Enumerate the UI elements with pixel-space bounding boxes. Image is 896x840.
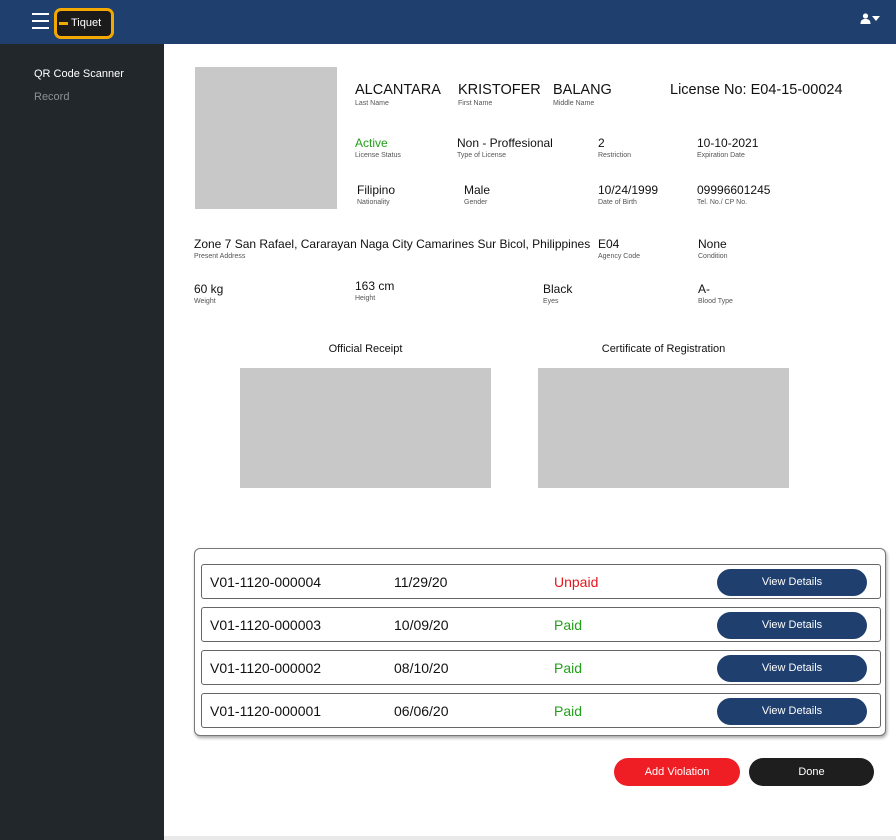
middle-name-value: BALANG xyxy=(553,82,612,98)
last-name-field: ALCANTARA Last Name xyxy=(355,82,441,107)
tel-label: Tel. No./ CP No. xyxy=(697,199,748,206)
agency-code-label: Agency Code xyxy=(598,253,641,260)
violation-id: V01-1120-000004 xyxy=(210,574,322,590)
hamburger-icon[interactable] xyxy=(32,13,49,29)
tel-value: 09996601245 xyxy=(697,183,771,197)
certificate-image[interactable] xyxy=(538,368,789,488)
violation-status: Paid xyxy=(554,660,583,676)
weight-label: Weight xyxy=(194,298,216,305)
violations-list: V01-1120-000004 11/29/20 Unpaid View Det… xyxy=(194,548,886,736)
gender-field: Male Gender xyxy=(464,183,490,206)
done-button[interactable]: Done xyxy=(749,758,874,786)
last-name-label: Last Name xyxy=(355,100,389,107)
address-label: Present Address xyxy=(194,253,246,260)
eyes-label: Eyes xyxy=(543,298,559,305)
violation-id: V01-1120-000001 xyxy=(210,703,322,719)
user-icon xyxy=(860,13,871,24)
middle-name-field: BALANG Middle Name xyxy=(553,82,612,107)
weight-value: 60 kg xyxy=(194,282,224,296)
height-label: Height xyxy=(355,295,376,302)
sidebar-item-record[interactable]: Record xyxy=(34,91,69,103)
expiration-value: 10-10-2021 xyxy=(697,136,759,150)
violation-date: 08/10/20 xyxy=(394,660,449,676)
violation-row: V01-1120-000003 10/09/20 Paid View Detai… xyxy=(201,607,881,642)
license-status-value: Active xyxy=(355,136,388,150)
last-name-value: ALCANTARA xyxy=(355,82,441,98)
address-value: Zone 7 San Rafael, Cararayan Naga City C… xyxy=(194,237,591,251)
nationality-label: Nationality xyxy=(357,199,390,206)
dob-label: Date of Birth xyxy=(598,199,637,206)
license-status-label: License Status xyxy=(355,152,401,159)
official-receipt-image[interactable] xyxy=(240,368,491,488)
view-details-button[interactable]: View Details xyxy=(717,698,867,725)
expiration-field: 10-10-2021 Expiration Date xyxy=(697,136,758,159)
certificate-title: Certificate of Registration xyxy=(601,343,726,355)
violation-id: V01-1120-000003 xyxy=(210,617,322,633)
weight-field: 60 kg Weight xyxy=(194,282,223,305)
gender-value: Male xyxy=(464,183,491,197)
official-receipt-title: Official Receipt xyxy=(328,343,403,355)
violation-row: V01-1120-000002 08/10/20 Paid View Detai… xyxy=(201,650,881,685)
add-violation-button[interactable]: Add Violation xyxy=(614,758,740,786)
violation-status: Paid xyxy=(554,703,583,719)
blood-type-value: A- xyxy=(698,282,710,296)
view-details-button[interactable]: View Details xyxy=(717,569,867,596)
first-name-value: KRISTOFER xyxy=(458,82,541,98)
caret-down-icon xyxy=(872,15,880,21)
logo-text: Tiquet xyxy=(57,11,111,36)
violation-date: 10/09/20 xyxy=(394,617,449,633)
violation-date: 11/29/20 xyxy=(394,574,448,590)
height-value: 163 cm xyxy=(355,279,395,293)
middle-name-label: Middle Name xyxy=(553,100,595,107)
restriction-label: Restriction xyxy=(598,152,632,159)
violation-date: 06/06/20 xyxy=(394,703,449,719)
license-number: License No: E04-15-00024 xyxy=(670,82,843,98)
violation-id: V01-1120-000002 xyxy=(210,660,322,676)
app-logo[interactable]: Tiquet xyxy=(54,8,114,39)
tel-field: 09996601245 Tel. No./ CP No. xyxy=(697,183,770,206)
condition-field: None Condition xyxy=(698,237,728,260)
eyes-field: Black Eyes xyxy=(543,282,572,305)
violation-status: Unpaid xyxy=(554,574,599,590)
license-type-field: Non - Proffesional Type of License xyxy=(457,136,553,159)
violation-status: Paid xyxy=(554,617,583,633)
nationality-field: Filipino Nationality xyxy=(357,183,395,206)
bottom-divider xyxy=(164,836,896,840)
first-name-label: First Name xyxy=(458,100,493,107)
nationality-value: Filipino xyxy=(357,183,396,197)
first-name-field: KRISTOFER First Name xyxy=(458,82,541,107)
address-field: Zone 7 San Rafael, Cararayan Naga City C… xyxy=(194,237,590,260)
sidebar: QR Code Scanner Record xyxy=(0,44,164,840)
view-details-button[interactable]: View Details xyxy=(717,612,867,639)
agency-code-field: E04 Agency Code xyxy=(598,237,640,260)
agency-code-value: E04 xyxy=(598,237,620,251)
restriction-field: 2 Restriction xyxy=(598,136,631,159)
height-field: 163 cm Height xyxy=(355,279,394,302)
blood-type-field: A- Blood Type xyxy=(698,282,733,305)
violation-row: V01-1120-000001 06/06/20 Paid View Detai… xyxy=(201,693,881,728)
restriction-value: 2 xyxy=(598,136,605,150)
gender-label: Gender xyxy=(464,199,488,206)
condition-value: None xyxy=(698,237,727,251)
dob-field: 10/24/1999 Date of Birth xyxy=(598,183,658,206)
license-status-field: Active License Status xyxy=(355,136,401,159)
license-type-value: Non - Proffesional xyxy=(457,136,553,150)
license-type-label: Type of License xyxy=(457,152,507,159)
blood-type-label: Blood Type xyxy=(698,298,733,305)
eyes-value: Black xyxy=(543,282,573,296)
condition-label: Condition xyxy=(698,253,728,260)
violation-row: V01-1120-000004 11/29/20 Unpaid View Det… xyxy=(201,564,881,599)
user-menu[interactable] xyxy=(860,13,880,24)
profile-photo xyxy=(195,67,337,209)
expiration-label: Expiration Date xyxy=(697,152,745,159)
sidebar-item-qr-scanner[interactable]: QR Code Scanner xyxy=(34,68,124,80)
view-details-button[interactable]: View Details xyxy=(717,655,867,682)
dob-value: 10/24/1999 xyxy=(598,183,659,197)
top-bar: Tiquet xyxy=(0,0,896,44)
